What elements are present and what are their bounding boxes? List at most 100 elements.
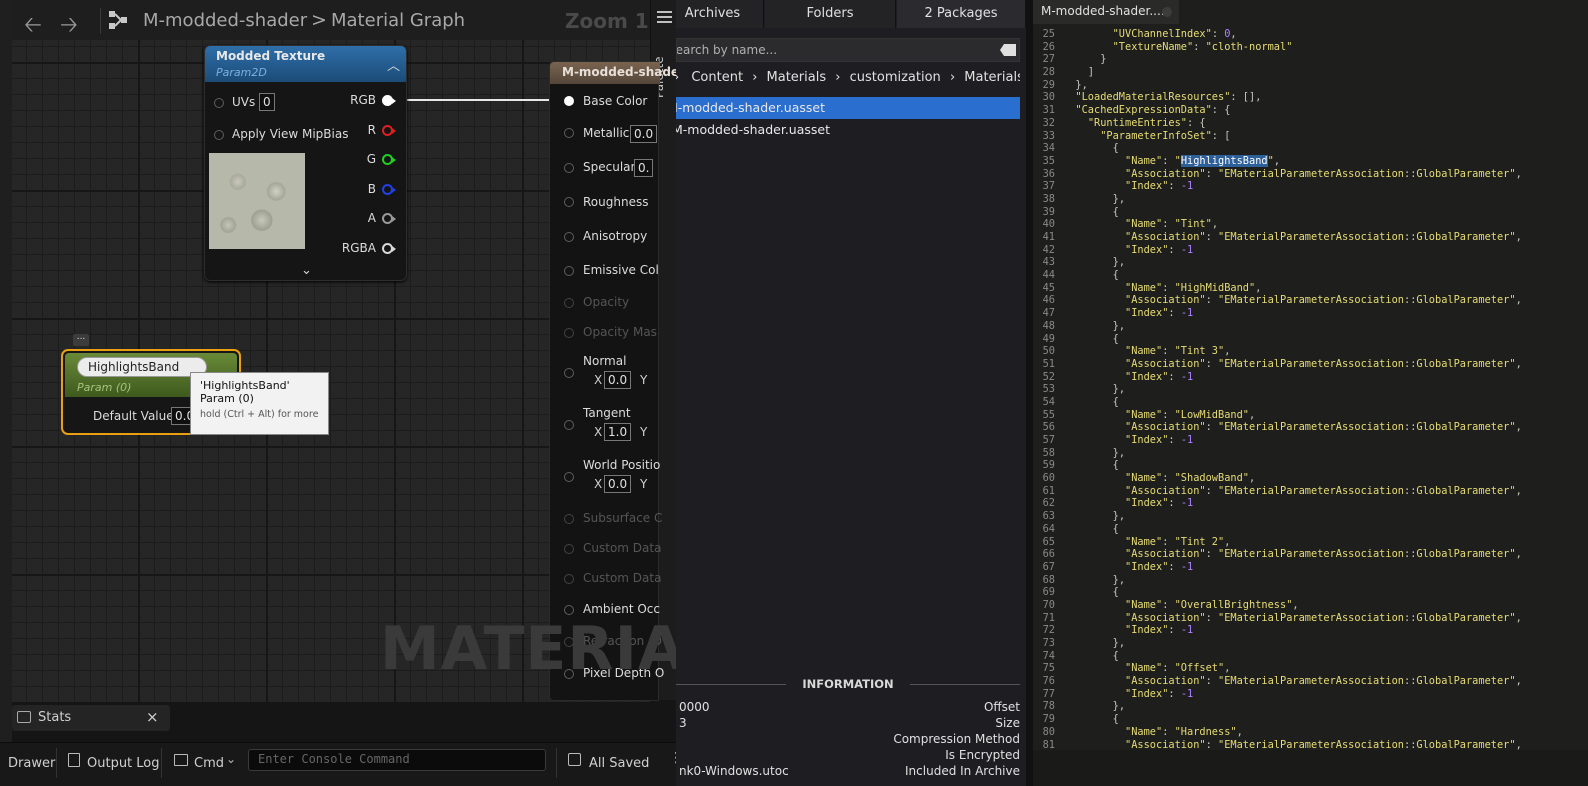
output-log-button[interactable]: Output Log	[79, 750, 168, 778]
info-value: 3	[679, 716, 687, 730]
line-text: "Index": -1	[1125, 687, 1194, 700]
line-text: {	[1112, 332, 1119, 345]
info-label: Compression Method	[893, 732, 1020, 746]
file-row[interactable]: M-modded-shader.uasset	[676, 119, 1020, 141]
line-number: 38	[1042, 192, 1055, 205]
param-name-field[interactable]: HighlightsBand	[77, 357, 207, 377]
b-output-pin[interactable]	[382, 184, 396, 195]
stats-tab[interactable]: Stats ×	[12, 705, 170, 731]
specular-pin[interactable]	[564, 163, 574, 173]
menu-icon[interactable]	[657, 11, 672, 23]
breadcrumb-chevron: ›	[949, 70, 956, 85]
world-x-value[interactable]: 0.0	[604, 475, 632, 493]
code-line: 65 "Name": "Tint 2",	[1033, 536, 1578, 549]
normal-x-value[interactable]: 0.0	[604, 371, 632, 389]
line-number: 73	[1042, 637, 1055, 649]
line-number: 30	[1042, 91, 1055, 104]
normal-pin[interactable]	[564, 368, 574, 378]
line-number: 27	[1042, 53, 1055, 66]
content-drawer-button[interactable]: Drawer	[0, 750, 63, 778]
line-number: 34	[1042, 142, 1055, 155]
side-strip	[0, 0, 12, 786]
tab-packages[interactable]: 2 Packages	[897, 0, 1026, 28]
rgb-output-pin[interactable]	[382, 95, 396, 106]
g-output-pin[interactable]	[382, 154, 396, 165]
material-result-node[interactable]: M-modded-shader Base Color Metallic 0.0 S…	[549, 61, 685, 701]
line-text: "Name": "Tint 3",	[1125, 345, 1231, 358]
line-text: "Association": "EMaterialParameterAssoci…	[1125, 167, 1522, 180]
anisotropy-pin[interactable]	[564, 232, 574, 242]
back-arrow-icon[interactable]: 🡠	[24, 8, 42, 46]
a-output-pin[interactable]	[382, 213, 396, 224]
emissive-pin[interactable]	[564, 266, 574, 276]
code-line: 61 "Association": "EMaterialParameterAss…	[1033, 485, 1578, 498]
breadcrumb-item[interactable]: customization	[850, 70, 941, 85]
expand-icon[interactable]: ⌄	[301, 263, 312, 278]
code-line: 62 "Index": -1	[1033, 497, 1578, 510]
code-line: 42 "Index": -1	[1033, 244, 1578, 257]
pin-label: Opacity Mas	[583, 325, 657, 339]
subsurface-pin	[564, 514, 574, 524]
collapse-icon[interactable]: ︿	[387, 55, 400, 74]
graph-watermark: MATERIAL	[380, 614, 688, 684]
uvs-pin[interactable]	[214, 98, 224, 108]
info-label: Offset	[983, 700, 1020, 714]
axis-label: Y	[640, 373, 648, 387]
line-number: 33	[1042, 129, 1055, 142]
line-number: 45	[1042, 281, 1055, 294]
line-number: 77	[1042, 687, 1055, 700]
r-output-pin[interactable]	[382, 125, 396, 136]
comment-bubble-icon[interactable]: ...	[73, 333, 89, 346]
code-line: 30 "LoadedMaterialResources": [],	[1033, 91, 1578, 104]
tab-archives[interactable]: Archives	[676, 0, 764, 28]
metallic-value[interactable]: 0.0	[630, 125, 658, 143]
mipbias-pin[interactable]	[214, 130, 224, 140]
breadcrumb-item[interactable]: Content	[691, 70, 743, 85]
pin-label: Base Color	[583, 94, 648, 108]
editor-tab[interactable]: M-modded-shader....	[1033, 0, 1179, 24]
breadcrumb-asset[interactable]: M-modded-shader	[143, 10, 307, 31]
rgba-output-pin[interactable]	[382, 243, 396, 254]
line-text: "Name": "HighlightsBand",	[1125, 154, 1281, 167]
line-number: 58	[1042, 446, 1055, 459]
texture-param-node[interactable]: Modded Texture Param2D ︿ UVs 0 Apply Vie…	[204, 45, 407, 281]
code-line: 26 "TextureName": "cloth-normal"	[1033, 41, 1578, 54]
line-text: "Association": "EMaterialParameterAssoci…	[1125, 611, 1522, 624]
breadcrumb-graph: Material Graph	[331, 10, 466, 31]
panel-divider[interactable]	[1026, 0, 1033, 786]
code-line: 47 "Index": -1	[1033, 307, 1578, 320]
metallic-pin[interactable]	[564, 128, 574, 138]
breadcrumb-item[interactable]: Materials	[767, 70, 827, 85]
file-row-selected[interactable]: M-modded-shader.uasset	[676, 97, 1020, 119]
line-text: {	[1112, 713, 1119, 726]
forward-arrow-icon[interactable]: 🡢	[60, 8, 78, 46]
clear-icon[interactable]	[1000, 44, 1016, 56]
line-number: 44	[1042, 269, 1055, 282]
code-line: 39 {	[1033, 206, 1578, 219]
line-text: "Association": "EMaterialParameterAssoci…	[1125, 484, 1522, 497]
chevron-down-icon[interactable]: ⌄	[226, 752, 236, 766]
search-input[interactable]: Search by name...	[676, 38, 1020, 62]
base-color-pin[interactable]	[564, 96, 574, 106]
all-saved-button[interactable]: All Saved	[581, 750, 657, 778]
material-editor: 🡠 🡢 M-modded-shader > Material Graph Zoo…	[0, 0, 688, 786]
info-label: Size	[995, 716, 1020, 730]
line-number: 68	[1042, 573, 1055, 586]
specular-value[interactable]: 0.	[634, 159, 654, 177]
tab-folders[interactable]: Folders	[765, 0, 896, 28]
tangent-x-value[interactable]: 1.0	[604, 423, 632, 441]
code-line: 60 "Name": "ShadowBand",	[1033, 472, 1578, 485]
world-position-pin[interactable]	[564, 472, 574, 482]
breadcrumb-item[interactable]: Materials	[964, 70, 1020, 85]
code-view[interactable]: 25 "UVChannelIndex": 0, 26 "TextureName":…	[1033, 28, 1578, 750]
line-text: "Name": "OverallBrightness",	[1125, 598, 1299, 611]
console-input[interactable]: Enter Console Command	[248, 749, 546, 771]
node-header: M-modded-shader	[550, 62, 685, 84]
uvs-value[interactable]: 0	[259, 93, 275, 111]
close-icon[interactable]: ×	[146, 708, 159, 726]
roughness-pin[interactable]	[564, 197, 574, 207]
tangent-pin[interactable]	[564, 420, 574, 430]
node-header: Modded Texture Param2D ︿	[205, 46, 406, 82]
info-value: nk0-Windows.utoc	[679, 764, 789, 778]
tab-close-icon[interactable]	[1162, 7, 1172, 17]
